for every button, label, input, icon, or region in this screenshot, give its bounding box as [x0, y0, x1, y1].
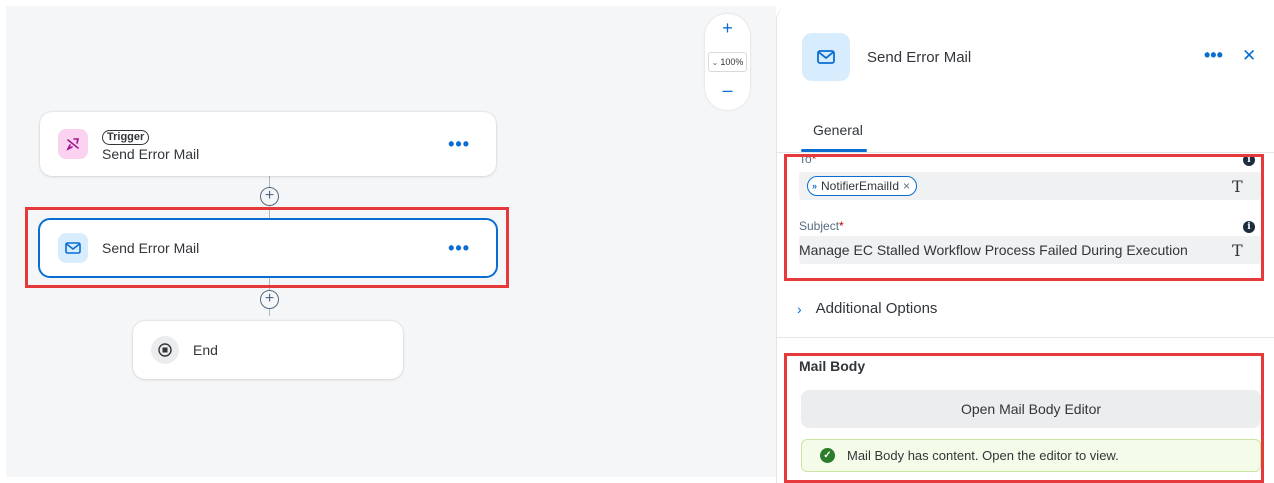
remove-token-button[interactable]: ×	[903, 179, 910, 193]
trigger-icon	[58, 129, 88, 159]
trigger-badge: Trigger	[102, 129, 150, 145]
end-node[interactable]: End	[133, 321, 403, 379]
chevron-down-icon: ⌄	[711, 57, 719, 67]
info-icon[interactable]: i	[1243, 154, 1255, 166]
trigger-more-button[interactable]: •••	[448, 135, 470, 153]
to-field[interactable]: » NotifierEmailId × T	[799, 172, 1261, 200]
text-type-icon[interactable]: T	[1232, 177, 1243, 196]
subject-value: Manage EC Stalled Workflow Process Faile…	[799, 242, 1188, 258]
recipient-token-label: NotifierEmailId	[821, 179, 900, 193]
send-mail-node-label: Send Error Mail	[102, 240, 200, 256]
panel-more-button[interactable]: •••	[1204, 46, 1223, 64]
additional-options-toggle[interactable]: › Additional Options	[797, 300, 937, 317]
recipient-token[interactable]: » NotifierEmailId ×	[807, 176, 918, 196]
zoom-out-button[interactable]: –	[705, 80, 750, 101]
trigger-node-label: Send Error Mail	[102, 145, 200, 162]
add-step-button[interactable]: +	[260, 290, 279, 309]
close-icon[interactable]: ✕	[1242, 46, 1256, 66]
zoom-level-value: 100%	[720, 57, 744, 67]
additional-options-label: Additional Options	[815, 300, 938, 317]
zoom-in-button[interactable]: +	[705, 18, 750, 39]
process-canvas[interactable]: Trigger Send Error Mail ••• + Send Error…	[6, 6, 776, 477]
variable-icon: »	[812, 181, 818, 191]
to-label: To*	[799, 152, 817, 166]
subject-label: Subject*	[799, 219, 844, 233]
trigger-node[interactable]: Trigger Send Error Mail •••	[40, 112, 496, 176]
panel-header: Send Error Mail ••• ✕ General	[777, 6, 1274, 152]
add-step-button[interactable]: +	[260, 187, 279, 206]
mail-icon	[58, 233, 88, 263]
mail-body-title: Mail Body	[799, 358, 866, 374]
end-node-label: End	[193, 342, 218, 358]
mail-body-status-text: Mail Body has content. Open the editor t…	[847, 448, 1119, 463]
info-icon[interactable]: i	[1243, 221, 1255, 233]
mail-icon	[802, 33, 850, 81]
tab-divider	[777, 152, 1274, 153]
zoom-level-select[interactable]: ⌄ 100%	[708, 52, 747, 72]
send-mail-more-button[interactable]: •••	[448, 239, 470, 257]
zoom-control: + ⌄ 100% –	[705, 14, 750, 110]
section-divider	[777, 337, 1274, 338]
mail-body-status-message: ✓ Mail Body has content. Open the editor…	[801, 439, 1261, 472]
tab-general[interactable]: General	[813, 122, 863, 138]
chevron-right-icon: ›	[797, 300, 802, 317]
open-mail-body-editor-button[interactable]: Open Mail Body Editor	[801, 390, 1261, 428]
check-circle-icon: ✓	[820, 448, 835, 463]
properties-panel: To* i » NotifierEmailId × T Subject* i M…	[776, 6, 1274, 483]
text-type-icon[interactable]: T	[1232, 241, 1243, 260]
stop-icon	[151, 336, 179, 364]
panel-title: Send Error Mail	[867, 49, 972, 66]
trigger-node-text: Trigger Send Error Mail	[102, 127, 448, 162]
send-mail-node[interactable]: Send Error Mail •••	[38, 218, 498, 278]
